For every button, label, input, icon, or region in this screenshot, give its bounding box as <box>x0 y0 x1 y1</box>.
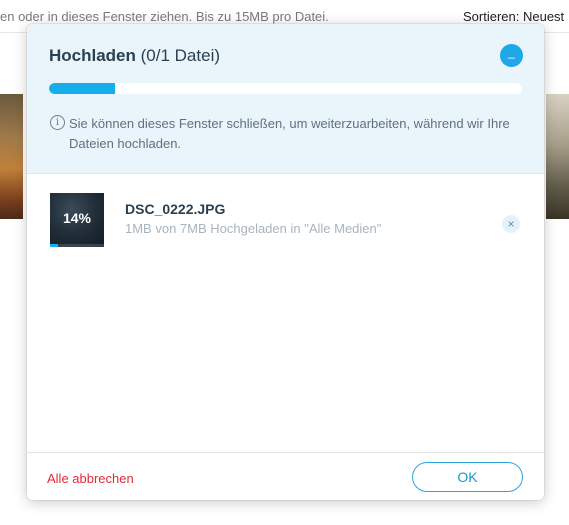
sort-dropdown[interactable]: Sortieren: Neuest <box>463 9 564 24</box>
file-upload-status: 1MB von 7MB Hochgeladen in "Alle Medien" <box>125 221 382 236</box>
media-thumbnail[interactable] <box>0 94 23 219</box>
overall-progress-bar <box>49 83 522 94</box>
upload-hint-text: en oder in dieses Fenster ziehen. Bis zu… <box>0 9 329 24</box>
remove-file-button[interactable]: × <box>502 215 520 233</box>
dialog-title: Hochladen (0/1 Datei) <box>49 46 220 66</box>
upload-dialog: Hochladen (0/1 Datei) _ i Sie können die… <box>27 24 544 500</box>
info-icon: i <box>50 115 65 130</box>
overall-progress-fill <box>49 83 116 94</box>
media-thumbnail[interactable] <box>546 94 569 219</box>
close-icon: × <box>507 217 515 231</box>
ok-button[interactable]: OK <box>412 462 523 492</box>
file-name: DSC_0222.JPG <box>125 201 226 217</box>
dialog-footer: Alle abbrechen OK <box>27 452 544 500</box>
file-progress-bar <box>50 244 104 247</box>
info-message: Sie können dieses Fenster schließen, um … <box>69 116 510 151</box>
upload-dialog-header: Hochladen (0/1 Datei) _ i Sie können die… <box>27 24 544 174</box>
dialog-title-main: Hochladen <box>49 46 136 65</box>
upload-file-item: 14% DSC_0222.JPG 1MB von 7MB Hochgeladen… <box>27 173 544 273</box>
minimize-button[interactable]: _ <box>500 44 523 67</box>
file-progress-percent: 14% <box>62 210 92 226</box>
file-progress-fill <box>50 244 58 247</box>
cancel-all-button[interactable]: Alle abbrechen <box>47 471 134 486</box>
minimize-icon: _ <box>508 45 515 59</box>
dialog-title-count: (0/1 Datei) <box>140 46 221 65</box>
file-thumbnail: 14% <box>50 193 104 247</box>
